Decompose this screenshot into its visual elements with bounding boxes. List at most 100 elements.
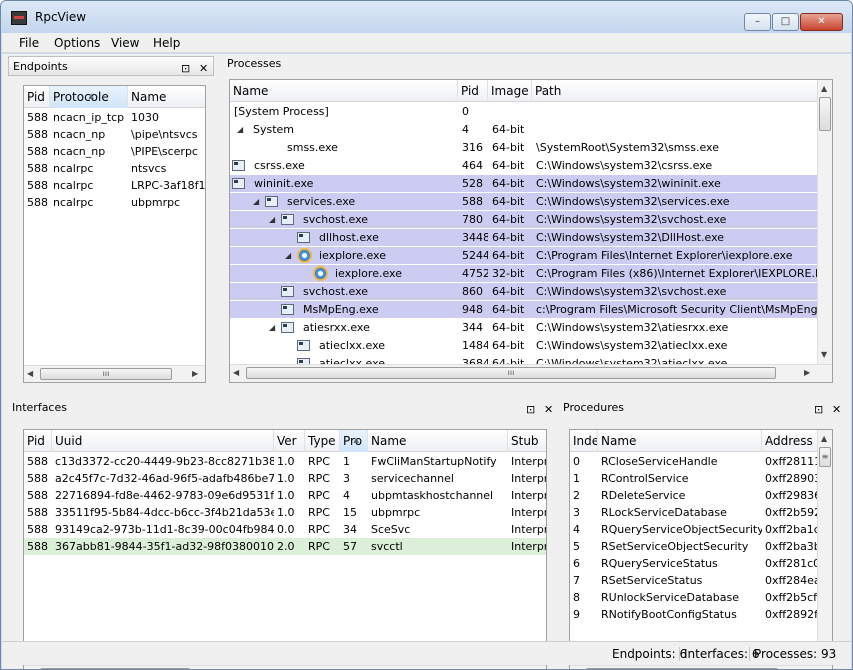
col-pid[interactable]: Pid: [24, 86, 50, 108]
table-row[interactable]: 588 367abb81-9844-35f1-ad32-98f038001003 2…: [24, 538, 546, 555]
tree-row[interactable]: [System Process] 0: [230, 103, 817, 120]
tree-row[interactable]: ◢ iexplore.exe 5244 64-bit C:\Program Files\…: [230, 247, 817, 264]
table-row[interactable]: 3 RLockServiceDatabase 0xff2b592: [570, 504, 818, 521]
interfaces-close-icon[interactable]: ✕: [544, 400, 553, 420]
processes-vscrollbar[interactable]: ▲ ▼: [817, 80, 832, 364]
process-path: C:\Program Files (x86)\Internet Explorer…: [536, 267, 818, 280]
menu-file[interactable]: File: [19, 36, 39, 50]
col-process-pid[interactable]: Pid: [458, 80, 488, 102]
cell-name: ubpmrpc: [371, 506, 421, 519]
procedures-float-icon[interactable]: ⊡: [814, 400, 823, 420]
cell-name: RSetServiceObjectSecurity: [601, 540, 749, 553]
endpoints-table[interactable]: Pid ▲ Protocole Name 588 ncacn_ip_tcp 1030 5…: [23, 85, 206, 383]
table-row[interactable]: 588 c13d3372-cc20-4449-9b23-8cc8271b3885 1…: [24, 453, 546, 470]
table-row[interactable]: 5 RSetServiceObjectSecurity 0xff2ba3b: [570, 538, 818, 555]
processes-hscrollbar[interactable]: ◀ ııı ▶: [230, 364, 832, 382]
table-row[interactable]: 9 RNotifyBootConfigStatus 0xff2892f: [570, 606, 818, 623]
maximize-button[interactable]: □: [772, 13, 799, 31]
scroll-thumb[interactable]: ııı: [246, 367, 776, 379]
scroll-thumb[interactable]: ≡: [819, 447, 831, 467]
procedures-table[interactable]: Inde Name Address 0 RCloseServiceHandle 0x…: [569, 429, 833, 669]
title-bar[interactable]: RpcView – □ ✕: [1, 1, 852, 33]
col-if-uuid[interactable]: Uuid: [52, 430, 274, 452]
tree-row[interactable]: ◢ atiesrxx.exe 344 64-bit C:\Windows\system3…: [230, 319, 817, 336]
table-row[interactable]: 588 ncalrpc ntsvcs: [24, 160, 205, 177]
expand-arrow-icon[interactable]: ◢: [237, 121, 243, 138]
table-row[interactable]: 0 RCloseServiceHandle 0xff28111: [570, 453, 818, 470]
procedures-vscrollbar[interactable]: ▲ ≡ ▼: [817, 430, 832, 665]
endpoints-hscrollbar[interactable]: ◀ ııı ▶: [24, 365, 205, 382]
table-row[interactable]: 4 RQueryServiceObjectSecurity 0xff2ba1c: [570, 521, 818, 538]
processes-tree[interactable]: Name Pid Image Path [System Process] 0 ◢ Sy…: [229, 79, 833, 383]
table-row[interactable]: 588 93149ca2-973b-11d1-8c39-00c04fb984f9 0…: [24, 521, 546, 538]
col-if-name[interactable]: Name: [368, 430, 508, 452]
col-process-image[interactable]: Image: [488, 80, 532, 102]
scroll-left-icon[interactable]: ◀: [27, 369, 33, 378]
cell-address: 0xff2ba3b: [765, 540, 818, 553]
endpoints-float-icon[interactable]: ⊡: [181, 59, 190, 79]
scroll-right-icon[interactable]: ▶: [192, 369, 198, 378]
col-if-type[interactable]: Type: [305, 430, 340, 452]
tree-row[interactable]: iexplore.exe 4752 32-bit C:\Program Files (…: [230, 265, 818, 282]
procedures-close-icon[interactable]: ✕: [832, 400, 841, 420]
tree-row[interactable]: svchost.exe 860 64-bit C:\Windows\system32\…: [230, 283, 817, 300]
col-process-path[interactable]: Path: [532, 80, 818, 102]
scroll-down-icon[interactable]: ▼: [821, 350, 827, 359]
tree-row[interactable]: dllhost.exe 3448 64-bit C:\Windows\system32…: [230, 229, 817, 246]
menu-view[interactable]: View: [111, 36, 139, 50]
col-proc-index[interactable]: Inde: [570, 430, 598, 452]
scroll-left-icon[interactable]: ◀: [233, 368, 239, 377]
table-row[interactable]: 588 ncacn_np \pipe\ntsvcs: [24, 126, 205, 143]
col-if-ver[interactable]: Ver: [274, 430, 305, 452]
table-row[interactable]: 588 ncacn_ip_tcp 1030: [24, 109, 205, 126]
scroll-right-icon[interactable]: ▶: [804, 368, 810, 377]
interfaces-float-icon[interactable]: ⊡: [526, 400, 535, 420]
tree-row[interactable]: csrss.exe 464 64-bit C:\Windows\system32\cs…: [230, 157, 817, 174]
col-name[interactable]: Name: [128, 86, 205, 108]
table-row[interactable]: 588 ncacn_np \PIPE\scerpc: [24, 143, 205, 160]
interfaces-hscrollbar[interactable]: ◀ ııı ▶: [24, 665, 546, 669]
tree-row[interactable]: atieclxx.exe 1484 64-bit C:\Windows\system3…: [230, 337, 817, 354]
table-row[interactable]: 2 RDeleteService 0xff29836: [570, 487, 818, 504]
table-row[interactable]: 8 RUnlockServiceDatabase 0xff2b5cf: [570, 589, 817, 606]
col-process-name[interactable]: Name: [230, 80, 458, 102]
table-row[interactable]: 6 RQueryServiceStatus 0xff281c0: [570, 555, 818, 572]
interfaces-table[interactable]: Pid Uuid Ver Type ▲ Pro Name Stub 588 c13d…: [23, 429, 547, 669]
endpoints-close-icon[interactable]: ✕: [199, 59, 208, 79]
minimize-button[interactable]: –: [744, 13, 771, 31]
menu-help[interactable]: Help: [153, 36, 180, 50]
menu-options[interactable]: Options: [54, 36, 100, 50]
table-row[interactable]: 588 33511f95-5b84-4dcc-b6cc-3f4b21da53e1 1…: [24, 504, 546, 521]
col-proc-address[interactable]: Address: [762, 430, 818, 452]
tree-row[interactable]: ◢ System 4 64-bit: [230, 121, 817, 138]
col-if-stub[interactable]: Stub: [508, 430, 546, 452]
table-row[interactable]: 588 a2c45f7c-7d32-46ad-96f5-adafb486be74 1…: [24, 470, 546, 487]
col-if-pro[interactable]: ▲ Pro: [340, 430, 368, 452]
col-if-pid[interactable]: Pid: [24, 430, 52, 452]
col-protocole[interactable]: ▲ Protocole: [50, 86, 128, 108]
tree-row[interactable]: ◢ services.exe 588 64-bit C:\Windows\system3…: [230, 193, 817, 210]
tree-row[interactable]: ◢ svchost.exe 780 64-bit C:\Windows\system32…: [230, 211, 817, 228]
close-button[interactable]: ✕: [800, 13, 843, 31]
tree-row[interactable]: wininit.exe 528 64-bit C:\Windows\system32\…: [230, 175, 817, 192]
expand-arrow-icon[interactable]: ◢: [269, 211, 275, 228]
cell-pid: 588: [27, 472, 48, 485]
table-row[interactable]: 1 RControlService 0xff28903: [570, 470, 818, 487]
col-proc-name[interactable]: Name: [598, 430, 762, 452]
scroll-up-icon[interactable]: ▲: [821, 84, 827, 93]
tree-row[interactable]: smss.exe 316 64-bit \SystemRoot\System32\sm…: [230, 139, 817, 156]
cell-ver: 1.0: [277, 472, 295, 485]
process-name: dllhost.exe: [319, 231, 379, 244]
expand-arrow-icon[interactable]: ◢: [253, 193, 259, 210]
expand-arrow-icon[interactable]: ◢: [285, 247, 291, 264]
scroll-up-icon[interactable]: ▲: [821, 434, 827, 443]
table-row[interactable]: 588 22716894-fd8e-4462-9783-09e6d9531f16 1…: [24, 487, 546, 504]
expand-arrow-icon[interactable]: ◢: [269, 319, 275, 336]
table-row[interactable]: 588 ncalrpc LRPC-3af18f1e: [24, 177, 205, 194]
tree-row[interactable]: MsMpEng.exe 948 64-bit c:\Program Files\Mic…: [230, 301, 818, 318]
procedures-hscrollbar[interactable]: ◀ ııı ▶: [570, 665, 832, 669]
table-row[interactable]: 7 RSetServiceStatus 0xff284ea: [570, 572, 818, 589]
table-row[interactable]: 588 ncalrpc ubpmrpc: [24, 194, 205, 211]
scroll-thumb[interactable]: ııı: [40, 368, 172, 380]
scroll-thumb[interactable]: [819, 97, 831, 131]
